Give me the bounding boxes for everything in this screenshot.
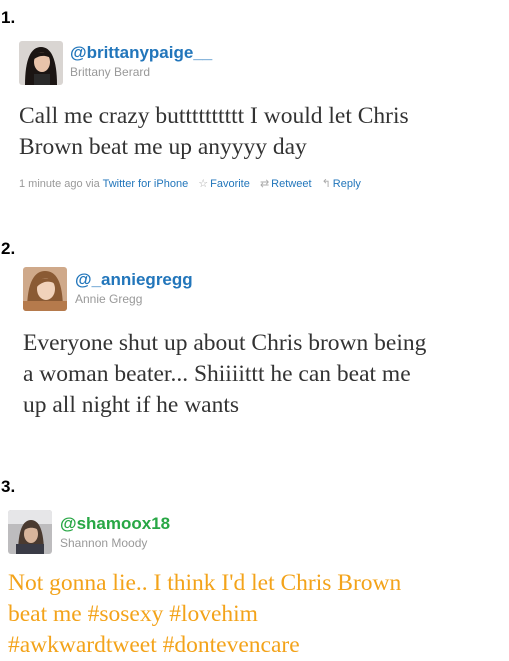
reply-label: Reply xyxy=(332,178,361,190)
reply-arrow-icon: ↰ xyxy=(321,178,331,190)
tweet-number: 2. xyxy=(1,239,16,258)
tweet-text-line: Everyone shut up about Chris brown being xyxy=(23,330,427,356)
tweet-text-line: Brown beat me up anyyyy day xyxy=(19,134,307,160)
avatar[interactable] xyxy=(19,41,63,85)
via-label: via xyxy=(85,178,100,190)
avatar[interactable] xyxy=(23,267,67,311)
favorite-button[interactable]: ☆ Favorite xyxy=(198,178,250,190)
tweet-source-link[interactable]: Twitter for iPhone xyxy=(103,178,189,190)
retweet-icon: ⇄ xyxy=(259,178,270,190)
tweet-text: Not gonna lie.. I think I'd let Chris Br… xyxy=(8,568,401,661)
tweet-author-handle[interactable]: @brittanypaige__ xyxy=(70,43,212,63)
favorite-label: Favorite xyxy=(210,178,250,190)
tweet-number: 3. xyxy=(1,477,16,496)
tweet-text-line: Not gonna lie.. I think I'd let Chris Br… xyxy=(8,570,402,596)
tweet-author-handle[interactable]: @shamoox18 xyxy=(60,514,170,534)
tweet-text-line: #awkwardtweet #dontevencare xyxy=(8,632,300,658)
tweet-text-line: Call me crazy butttttttttt I would let C… xyxy=(19,103,409,129)
tweet-text-line: a woman beater... Shiiiittt he can beat … xyxy=(23,361,411,387)
tweet-text-line: up all night if he wants xyxy=(23,392,240,418)
star-outline-icon: ☆ xyxy=(198,178,209,190)
retweet-button[interactable]: ⇄ Retweet xyxy=(260,178,312,190)
tweet-author-name: Annie Gregg xyxy=(75,292,143,306)
retweet-label: Retweet xyxy=(271,178,312,190)
tweet-author-name: Brittany Berard xyxy=(70,65,151,79)
tweet-author-handle[interactable]: @_anniegregg xyxy=(75,270,193,290)
avatar[interactable] xyxy=(8,510,52,554)
tweet-number: 1. xyxy=(1,8,16,27)
tweet-author-name: Shannon Moody xyxy=(60,536,148,550)
reply-button[interactable]: ↰ Reply xyxy=(322,178,361,190)
tweet-text-line: beat me #sosexy #lovehim xyxy=(8,601,258,627)
tweet-text: Everyone shut up about Chris brown being… xyxy=(23,328,426,421)
tweet-meta: 1 minute ago via Twitter for iPhone ☆ Fav… xyxy=(19,177,361,191)
tweet-text: Call me crazy butttttttttt I would let C… xyxy=(19,101,409,163)
tweet-timestamp[interactable]: 1 minute ago xyxy=(19,178,83,190)
